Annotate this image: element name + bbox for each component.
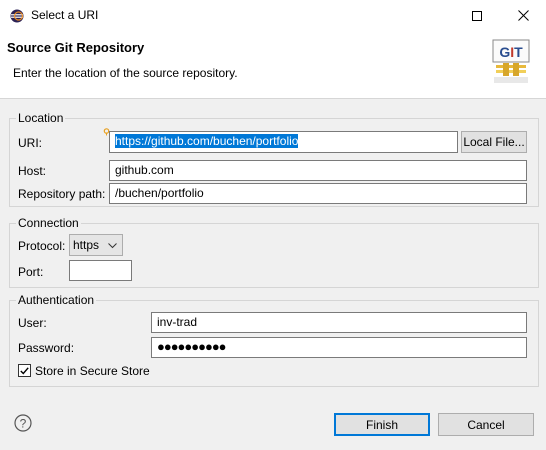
authentication-group-label: Authentication bbox=[16, 293, 97, 307]
location-group-label: Location bbox=[16, 111, 66, 125]
host-label: Host: bbox=[18, 164, 47, 178]
cancel-button[interactable]: Cancel bbox=[438, 413, 534, 436]
connection-group-label: Connection bbox=[16, 216, 81, 230]
page-description: Enter the location of the source reposit… bbox=[13, 66, 238, 80]
protocol-select[interactable]: https bbox=[69, 234, 123, 256]
maximize-button[interactable] bbox=[454, 0, 500, 31]
repository-path-label: Repository path: bbox=[18, 187, 106, 201]
checkmark-icon bbox=[20, 366, 29, 375]
uri-label: URI: bbox=[18, 136, 42, 150]
password-label: Password: bbox=[18, 341, 75, 355]
page-title: Source Git Repository bbox=[7, 40, 145, 55]
chevron-down-icon bbox=[108, 243, 117, 249]
repository-path-input[interactable]: /buchen/portfolio bbox=[109, 183, 527, 204]
svg-text:?: ? bbox=[20, 417, 27, 431]
close-icon bbox=[517, 10, 529, 21]
protocol-select-value: https bbox=[73, 238, 100, 252]
host-input[interactable]: github.com bbox=[109, 160, 527, 181]
uri-input-value: https://github.com/buchen/portfolio bbox=[115, 134, 299, 148]
user-input[interactable]: inv-trad bbox=[151, 312, 527, 333]
window-title: Select a URI bbox=[31, 8, 99, 22]
maximize-icon bbox=[472, 10, 482, 21]
svg-text:GIT: GIT bbox=[499, 44, 523, 60]
local-file-button[interactable]: Local File... bbox=[461, 131, 527, 153]
port-input[interactable] bbox=[69, 260, 132, 281]
eclipse-app-icon bbox=[10, 9, 24, 23]
password-input[interactable]: ●●●●●●●●●● bbox=[151, 337, 527, 358]
uri-input[interactable]: https://github.com/buchen/portfolio bbox=[109, 131, 458, 153]
git-logo-icon: GIT bbox=[492, 39, 530, 83]
close-window-button[interactable] bbox=[500, 0, 546, 31]
help-icon[interactable]: ? bbox=[14, 414, 32, 432]
user-label: User: bbox=[18, 316, 47, 330]
finish-button[interactable]: Finish bbox=[334, 413, 430, 436]
secure-store-label[interactable]: Store in Secure Store bbox=[35, 364, 150, 378]
port-label: Port: bbox=[18, 265, 44, 279]
protocol-label: Protocol: bbox=[18, 239, 66, 253]
secure-store-checkbox[interactable] bbox=[18, 364, 31, 377]
